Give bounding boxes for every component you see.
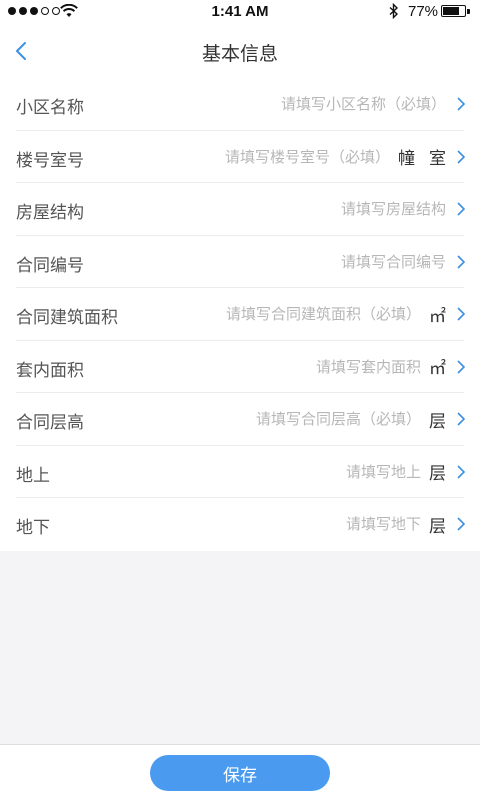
chevron-right-icon: [457, 517, 466, 531]
chevron-right-icon: [457, 307, 466, 321]
row-contract-number[interactable]: 合同编号: [0, 236, 480, 289]
above-ground-input[interactable]: [336, 462, 421, 481]
row-value: ㎡: [301, 341, 466, 393]
unit-floor: 层: [429, 464, 446, 484]
row-label: 套内面积: [16, 360, 84, 381]
unit-floor: 层: [429, 411, 446, 432]
row-value: 层: [246, 393, 466, 445]
unit-square-meter: ㎡: [429, 306, 446, 327]
battery-tip: [467, 9, 470, 14]
row-value: [256, 78, 466, 130]
row-building-room[interactable]: 楼号室号 幢 室: [0, 131, 480, 184]
row-contract-building-area[interactable]: 合同建筑面积 ㎡: [0, 288, 480, 341]
row-label: 合同编号: [16, 255, 84, 276]
unit-square-meter: ㎡: [429, 359, 446, 379]
row-label: 合同层高: [16, 413, 84, 433]
row-label: 小区名称: [16, 98, 84, 118]
below-ground-input[interactable]: [336, 515, 421, 533]
chevron-right-icon: [457, 359, 466, 374]
house-structure-input[interactable]: [326, 200, 446, 218]
row-value: [326, 183, 466, 235]
row-label: 地上: [16, 465, 50, 486]
row-inner-area[interactable]: 套内面积 ㎡: [0, 341, 480, 394]
unit-building: 幢: [398, 149, 415, 169]
row-value: 层: [336, 446, 466, 498]
row-value: 层: [336, 498, 466, 550]
bottom-bar: 保存: [0, 744, 480, 801]
battery-percent: 77%: [408, 3, 439, 20]
bluetooth-icon: [389, 3, 399, 19]
row-value: [326, 236, 466, 288]
chevron-right-icon: [457, 464, 466, 479]
unit-floor: 层: [429, 516, 446, 537]
building-room-input[interactable]: [215, 147, 390, 166]
chevron-right-icon: [457, 149, 466, 164]
row-below-ground[interactable]: 地下 层: [0, 498, 480, 551]
row-label: 房屋结构: [16, 203, 84, 223]
row-label: 楼号室号: [16, 150, 84, 171]
row-contract-floors[interactable]: 合同层高 层: [0, 393, 480, 446]
row-value: 幢 室: [215, 131, 466, 183]
status-bar: 1:41 AM 77%: [0, 0, 480, 24]
chevron-right-icon: [457, 97, 466, 111]
row-above-ground[interactable]: 地上 层: [0, 446, 480, 499]
row-label: 合同建筑面积: [16, 308, 118, 328]
row-community-name[interactable]: 小区名称: [0, 78, 480, 131]
row-label: 地下: [16, 518, 50, 538]
nav-bar: 基本信息: [0, 24, 480, 79]
row-house-structure[interactable]: 房屋结构: [0, 183, 480, 236]
contract-building-area-input[interactable]: [211, 305, 421, 323]
unit-room: 室: [429, 149, 446, 169]
battery-level: [443, 7, 460, 15]
basic-info-form: 小区名称 楼号室号 幢 室 房屋结构 合同编号 合同建筑面积: [0, 78, 480, 551]
chevron-right-icon: [457, 202, 466, 216]
community-name-input[interactable]: [256, 95, 446, 113]
inner-area-input[interactable]: [301, 357, 421, 376]
save-button[interactable]: 保存: [150, 755, 330, 791]
battery-icon: [441, 5, 466, 17]
row-value: ㎡: [211, 288, 466, 340]
contract-floors-input[interactable]: [246, 410, 421, 428]
chevron-right-icon: [457, 412, 466, 426]
chevron-right-icon: [457, 254, 466, 269]
contract-number-input[interactable]: [326, 252, 446, 271]
page-title: 基本信息: [201, 43, 278, 65]
